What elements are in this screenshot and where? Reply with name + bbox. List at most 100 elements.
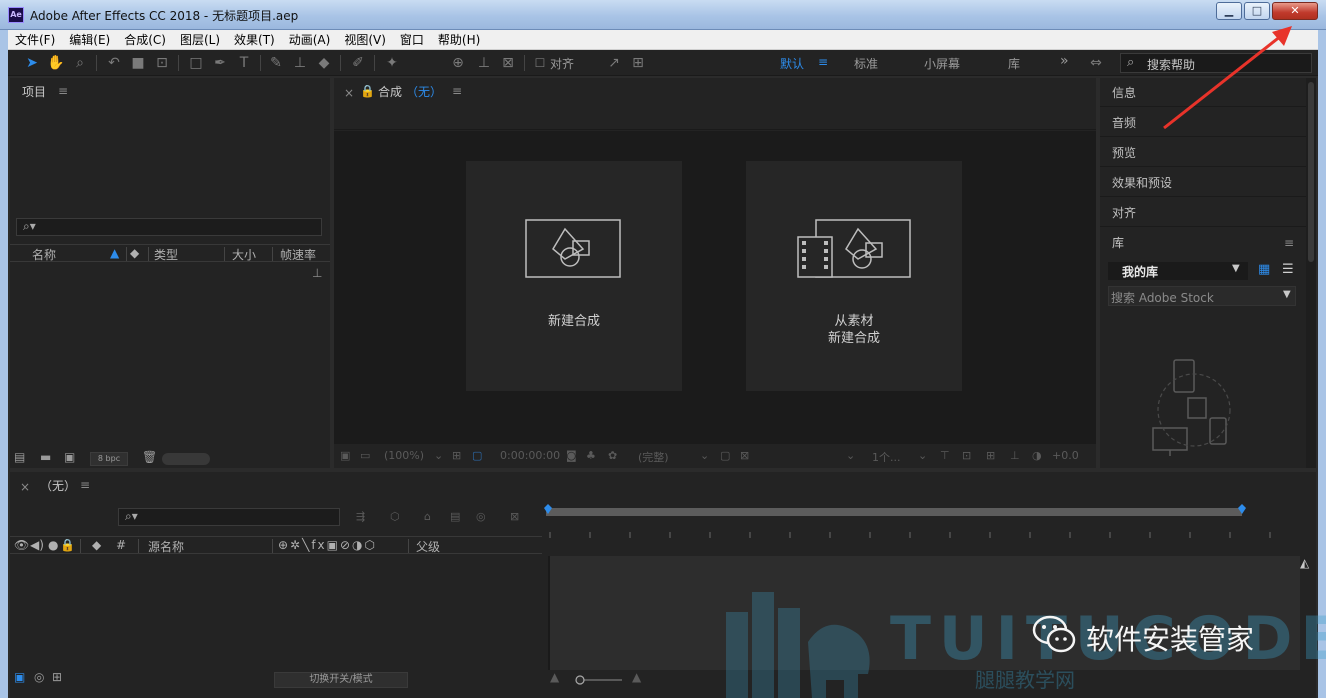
reset-exposure-icon[interactable]: ◑ [1032, 449, 1042, 462]
zoom-dropdown[interactable]: (100%) [384, 449, 424, 462]
world-axis-icon[interactable]: ⊥ [474, 53, 494, 73]
solo-icon[interactable]: ● [48, 538, 58, 552]
layer-switches-pane-icon[interactable]: ▣ [14, 670, 25, 684]
workspace-default[interactable]: 默认 [780, 55, 804, 72]
preview-panel-tab[interactable]: 预览 [1100, 138, 1306, 167]
align-checkbox[interactable]: ☐ [530, 53, 550, 73]
mask-visibility-icon[interactable]: ▢ [472, 449, 482, 462]
close-tab-icon[interactable]: × [20, 480, 30, 494]
timeline-menu-icon[interactable]: ≡ [80, 478, 90, 492]
menu-help[interactable]: 帮助(H) [431, 31, 487, 48]
menu-view[interactable]: 视图(V) [337, 31, 393, 48]
snap-grid-icon[interactable]: ⊞ [628, 53, 648, 73]
interpret-footage-icon[interactable]: ▤ [14, 450, 25, 464]
view-axis-icon[interactable]: ⊠ [498, 53, 518, 73]
column-source-name[interactable]: 源名称 [148, 538, 184, 555]
transparency-grid-icon[interactable]: ⊠ [740, 449, 749, 462]
puppet-tool-icon[interactable]: ✦ [382, 53, 402, 73]
pen-tool-icon[interactable]: ✒ [210, 53, 230, 73]
local-axis-icon[interactable]: ⊕ [448, 53, 468, 73]
library-select[interactable]: 我的库 ▼ [1108, 262, 1248, 280]
clone-stamp-tool-icon[interactable]: ⊥ [290, 53, 310, 73]
zoom-tool-icon[interactable]: ⌕ [70, 53, 90, 73]
resolution-dropdown[interactable]: (完整) [638, 449, 669, 465]
transfer-controls-pane-icon[interactable]: ◎ [34, 670, 44, 684]
new-comp-from-footage-card[interactable]: 从素材 新建合成 [746, 161, 962, 391]
time-ruler[interactable] [544, 504, 1294, 548]
project-scrollbar[interactable] [162, 453, 210, 465]
menu-edit[interactable]: 编辑(E) [62, 31, 117, 48]
sync-settings-icon[interactable]: ⇔ [1086, 53, 1106, 73]
new-composition-card[interactable]: 新建合成 [466, 161, 682, 391]
menu-composition[interactable]: 合成(C) [117, 31, 173, 48]
comp-mini-flowchart-icon[interactable]: ⇶ [356, 510, 365, 523]
safe-zones-icon[interactable]: ⊞ [452, 449, 461, 462]
menu-effect[interactable]: 效果(T) [227, 31, 282, 48]
column-frame-rate[interactable]: 帧速率 [280, 246, 316, 263]
graph-editor-icon[interactable]: ⊠ [510, 510, 519, 523]
column-type[interactable]: 类型 [154, 246, 178, 263]
show-snapshot-icon[interactable]: ♣ [586, 449, 596, 462]
timeline-icon[interactable]: ⊞ [986, 449, 995, 462]
sort-ascending-icon[interactable]: ▲ [110, 246, 119, 260]
label-tag-icon[interactable]: ◆ [92, 538, 101, 552]
roto-brush-tool-icon[interactable]: ✐ [348, 53, 368, 73]
type-tool-icon[interactable]: T [234, 53, 254, 73]
lock-icon[interactable]: 🔒 [60, 538, 75, 552]
column-name[interactable]: 名称 [32, 246, 56, 263]
draft-3d-icon[interactable]: ⬡ [390, 510, 400, 523]
snap-icon[interactable]: ↗ [604, 53, 624, 73]
toggle-pixel-aspect-icon[interactable]: ⊤ [940, 449, 950, 462]
workspace-menu-icon[interactable]: ≡ [818, 55, 828, 69]
menu-window[interactable]: 窗口 [393, 31, 431, 48]
close-tab-icon[interactable]: × [344, 86, 354, 100]
column-size[interactable]: 大小 [232, 246, 256, 263]
hand-tool-icon[interactable]: ✋ [46, 53, 66, 73]
project-panel-menu-icon[interactable]: ≡ [58, 84, 68, 98]
brush-tool-icon[interactable]: ✎ [266, 53, 286, 73]
toggle-switches-modes-button[interactable]: 切换开关/模式 [274, 672, 408, 688]
effects-presets-panel-tab[interactable]: 效果和预设 [1100, 168, 1306, 197]
menu-animation[interactable]: 动画(A) [282, 31, 338, 48]
project-search-input[interactable]: ⌕▾ [16, 218, 322, 236]
grid-view-icon[interactable]: ▦ [1258, 262, 1270, 277]
shy-layers-icon[interactable]: ⌂ [424, 510, 431, 523]
exposure-value[interactable]: +0.0 [1052, 449, 1079, 462]
eye-icon[interactable]: 👁 [14, 538, 29, 552]
zoom-in-icon[interactable]: ▲ [632, 670, 641, 684]
workspace-more-button[interactable]: » [1060, 53, 1069, 69]
flowchart-icon[interactable]: ⊥ [1010, 449, 1020, 462]
workspace-small-screen[interactable]: 小屏幕 [924, 55, 960, 72]
column-parent[interactable]: 父级 [416, 538, 440, 555]
frame-blending-icon[interactable]: ▤ [450, 510, 460, 523]
selection-tool-icon[interactable]: ➤ [22, 53, 42, 73]
flowchart-icon[interactable]: ⊥ [312, 266, 322, 280]
audio-icon[interactable]: ◀) [30, 538, 44, 552]
color-depth-button[interactable]: 8 bpc [90, 452, 128, 466]
new-folder-icon[interactable]: ▬ [40, 450, 51, 464]
adobe-stock-search-input[interactable]: 搜索 Adobe Stock ▼ [1108, 286, 1296, 306]
align-panel-tab[interactable]: 对齐 [1100, 198, 1306, 227]
comp-marker-bin-icon[interactable]: ◭ [1300, 556, 1309, 570]
motion-blur-icon[interactable]: ◎ [476, 510, 486, 523]
monitor-icon[interactable]: ▭ [360, 449, 370, 462]
camera-tool-icon[interactable]: ■ [128, 53, 148, 73]
always-preview-icon[interactable]: ▣ [340, 449, 350, 462]
snapshot-icon[interactable]: ◙ [566, 449, 577, 462]
right-panel-scrollbar[interactable] [1306, 78, 1316, 468]
libraries-menu-icon[interactable]: ≡ [1284, 236, 1294, 250]
list-view-icon[interactable]: ☰ [1282, 262, 1294, 277]
menu-file[interactable]: 文件(F) [8, 31, 62, 48]
menu-layer[interactable]: 图层(L) [173, 31, 227, 48]
pan-behind-tool-icon[interactable]: ⊡ [152, 53, 172, 73]
rotation-tool-icon[interactable]: ↶ [104, 53, 124, 73]
timeline-search-input[interactable]: ⌕▾ [118, 508, 340, 526]
trash-icon[interactable]: 🗑 [142, 450, 157, 464]
new-composition-icon[interactable]: ▣ [64, 450, 75, 464]
workspace-standard[interactable]: 标准 [854, 55, 878, 72]
lock-icon[interactable]: 🔒 [360, 84, 375, 98]
label-tag-icon[interactable]: ◆ [130, 246, 139, 260]
fast-previews-icon[interactable]: ⊡ [962, 449, 971, 462]
workspace-libraries[interactable]: 库 [1008, 55, 1020, 72]
composition-menu-icon[interactable]: ≡ [452, 84, 462, 98]
